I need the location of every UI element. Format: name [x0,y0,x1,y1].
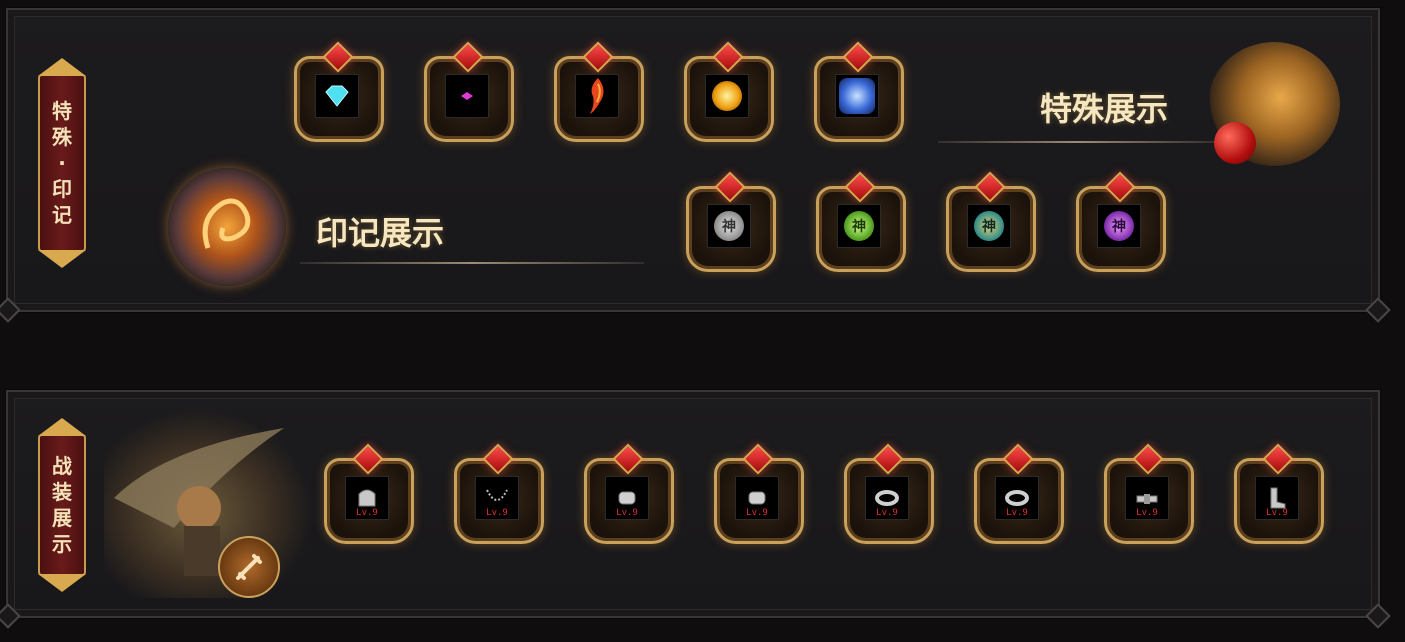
seal-item-slot[interactable]: 神 [946,171,1036,272]
pink-gem-icon [445,74,489,118]
item-level: Lv.9 [486,508,508,518]
bracelet-icon: Lv.9 [605,476,649,520]
badge-char: 装 [52,480,72,504]
special-item-slot[interactable] [684,41,774,142]
seal-item-slot[interactable]: 神 [1076,171,1166,272]
seal-title-divider [300,262,644,264]
badge-char: 示 [52,532,72,556]
badge-char: 战 [52,454,72,478]
golden-orb-icon [705,74,749,118]
special-item-slot[interactable] [424,41,514,142]
ring-icon: Lv.9 [865,476,909,520]
green-shen-seal-icon: 神 [837,204,881,248]
badge-char: 特 [52,99,72,123]
badge-char: · [58,151,66,175]
item-level: Lv.9 [1266,508,1288,518]
warrior-portrait-icon [104,408,314,598]
item-level: Lv.9 [876,508,898,518]
equipment-slot[interactable]: Lv.9 [974,443,1064,544]
blue-rune-icon [835,74,879,118]
seal-item-slot[interactable]: 神 [816,171,906,272]
special-title-divider [938,141,1218,143]
badge-char: 印 [52,177,72,201]
special-item-slot[interactable] [294,41,384,142]
teal-shen-seal-icon: 神 [967,204,1011,248]
necklace-icon: Lv.9 [475,476,519,520]
equipment-slot[interactable]: Lv.9 [1234,443,1324,544]
belt-icon: Lv.9 [1125,476,1169,520]
equipment-slot[interactable]: Lv.9 [714,443,804,544]
silver-shen-seal-icon: 神 [707,204,751,248]
equipment-slot[interactable]: Lv.9 [1104,443,1194,544]
bracelet-icon: Lv.9 [735,476,779,520]
seal-item-slot[interactable]: 神 [686,171,776,272]
special-display-title: 特殊展示 [1040,90,1169,128]
special-item-slot[interactable] [814,41,904,142]
purple-shen-seal-icon: 神 [1097,204,1141,248]
badge-char: 殊 [52,125,72,149]
sword-icon[interactable] [218,536,280,598]
equipment-slot[interactable]: Lv.9 [844,443,934,544]
equipment-badge: 战 装 展 示 [38,418,86,592]
item-level: Lv.9 [746,508,768,518]
equipment-slot[interactable]: Lv.9 [324,443,414,544]
flame-feather-icon [575,74,619,118]
special-seal-badge: 特 殊 · 印 记 [38,58,86,268]
equipment-slot[interactable]: Lv.9 [584,443,674,544]
hooded-figure-emblem-icon [1208,42,1340,166]
helmet-icon: Lv.9 [345,476,389,520]
badge-char: 记 [52,203,72,227]
item-level: Lv.9 [1006,508,1028,518]
diamond-icon [315,74,359,118]
seal-emblem-icon [168,168,286,286]
ring-icon: Lv.9 [995,476,1039,520]
boots-icon: Lv.9 [1255,476,1299,520]
item-level: Lv.9 [1136,508,1158,518]
special-item-slot[interactable] [554,41,644,142]
item-level: Lv.9 [356,508,378,518]
badge-char: 展 [52,506,72,530]
item-level: Lv.9 [616,508,638,518]
equipment-slot[interactable]: Lv.9 [454,443,544,544]
seal-display-title: 印记展示 [316,214,445,252]
